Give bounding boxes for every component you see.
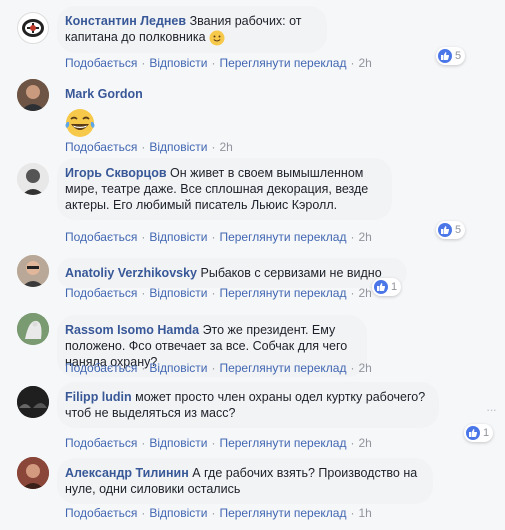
avatar[interactable] bbox=[17, 457, 49, 489]
like-link[interactable]: Подобається bbox=[65, 230, 137, 244]
separator: · bbox=[141, 286, 146, 300]
comment-bubble: Filipp ludin может просто член охраны од… bbox=[57, 382, 439, 428]
comment-author[interactable]: Игорь Скворцов bbox=[65, 166, 167, 180]
separator: · bbox=[141, 361, 146, 375]
avatar[interactable] bbox=[17, 386, 49, 418]
user-photo-icon bbox=[17, 79, 49, 111]
separator: · bbox=[350, 361, 355, 375]
separator: · bbox=[211, 230, 216, 244]
translate-link[interactable]: Переглянути переклад bbox=[219, 506, 346, 520]
separator: · bbox=[350, 230, 355, 244]
comment-actions: Подобається · Відповісти · Переглянути перек… bbox=[65, 436, 372, 450]
reaction-count[interactable]: 1 bbox=[464, 424, 494, 442]
user-photo-icon bbox=[17, 313, 49, 345]
avatar[interactable] bbox=[17, 255, 49, 287]
comment-author[interactable]: Константин Леднев bbox=[65, 14, 186, 28]
reply-link[interactable]: Відповісти bbox=[149, 56, 207, 70]
comment-bubble: Игорь Скворцов Он живет в своем вымышлен… bbox=[57, 158, 392, 220]
comment-author[interactable]: Anatoliy Verzhikovsky bbox=[65, 266, 197, 280]
separator: · bbox=[211, 436, 216, 450]
comment-author[interactable]: Александр Тилинин bbox=[65, 466, 189, 480]
comment-actions: Подобається · Відповісти · Переглянути перек… bbox=[65, 506, 372, 520]
translate-link[interactable]: Переглянути переклад bbox=[219, 436, 346, 450]
separator: · bbox=[141, 436, 146, 450]
like-link[interactable]: Подобається bbox=[65, 506, 137, 520]
comment-actions: Подобається · Відповісти · Переглянути перек… bbox=[65, 56, 372, 70]
translate-link[interactable]: Переглянути переклад bbox=[219, 230, 346, 244]
like-link[interactable]: Подобається bbox=[65, 361, 137, 375]
separator: · bbox=[211, 361, 216, 375]
like-icon bbox=[466, 426, 480, 440]
separator: · bbox=[141, 230, 146, 244]
comment-actions: Подобається · Відповісти · Переглянути перек… bbox=[65, 230, 372, 244]
reaction-number: 1 bbox=[483, 427, 490, 439]
user-photo-icon bbox=[17, 386, 49, 418]
like-icon bbox=[438, 223, 452, 237]
comment-time[interactable]: 2h bbox=[358, 436, 371, 450]
like-icon bbox=[438, 49, 452, 63]
separator: · bbox=[141, 140, 146, 154]
club-logo-icon bbox=[22, 19, 44, 37]
comment-bubble: Константин Леднев Звания рабочих: от кап… bbox=[57, 6, 327, 53]
reply-link[interactable]: Відповісти bbox=[149, 506, 207, 520]
user-photo-icon bbox=[17, 255, 49, 287]
separator: · bbox=[350, 506, 355, 520]
comment-time[interactable]: 2h bbox=[219, 140, 232, 154]
comment-time[interactable]: 2h bbox=[358, 286, 371, 300]
separator: · bbox=[141, 506, 146, 520]
comment-actions: Подобається · Відповісти · Переглянути перек… bbox=[65, 361, 372, 375]
separator: · bbox=[211, 506, 216, 520]
more-options-icon[interactable]: ··· bbox=[486, 402, 497, 417]
avatar[interactable] bbox=[17, 12, 49, 44]
reply-link[interactable]: Відповісти bbox=[149, 436, 207, 450]
reaction-count[interactable]: 1 bbox=[372, 278, 402, 296]
reaction-number: 5 bbox=[455, 50, 462, 62]
separator: · bbox=[350, 56, 355, 70]
avatar[interactable] bbox=[17, 163, 49, 195]
comment-bubble: Anatoliy Verzhikovsky Рыбаков с сервизам… bbox=[57, 258, 407, 288]
user-photo-icon bbox=[17, 163, 49, 195]
like-icon bbox=[374, 280, 388, 294]
translate-link[interactable]: Переглянути переклад bbox=[219, 286, 346, 300]
separator: · bbox=[211, 56, 216, 70]
reply-link[interactable]: Відповісти bbox=[149, 286, 207, 300]
separator: · bbox=[141, 56, 146, 70]
reply-link[interactable]: Відповісти bbox=[149, 361, 207, 375]
translate-link[interactable]: Переглянути переклад bbox=[219, 56, 346, 70]
reply-link[interactable]: Відповісти bbox=[149, 140, 207, 154]
comment-time[interactable]: 2h bbox=[358, 56, 371, 70]
reaction-count[interactable]: 5 bbox=[436, 47, 466, 65]
reaction-number: 5 bbox=[455, 224, 462, 236]
comment-bubble: Александр Тилинин А где рабочих взять? П… bbox=[57, 458, 433, 504]
separator: · bbox=[350, 436, 355, 450]
separator: · bbox=[211, 286, 216, 300]
slightly-smiling-face-icon bbox=[209, 30, 225, 46]
comment-author[interactable]: Rassom Isomo Hamda bbox=[65, 323, 199, 337]
translate-link[interactable]: Переглянути переклад bbox=[219, 361, 346, 375]
comment-time[interactable]: 2h bbox=[358, 361, 371, 375]
avatar[interactable] bbox=[17, 79, 49, 111]
reaction-number: 1 bbox=[391, 281, 398, 293]
avatar[interactable] bbox=[17, 313, 49, 345]
comment-author[interactable]: Filipp ludin bbox=[65, 390, 132, 404]
like-link[interactable]: Подобається bbox=[65, 140, 137, 154]
comment-author[interactable]: Mark Gordon bbox=[65, 87, 143, 101]
comment-time[interactable]: 1h bbox=[358, 506, 371, 520]
like-link[interactable]: Подобається bbox=[65, 436, 137, 450]
comment-text: Рыбаков с сервизами не видно bbox=[200, 266, 382, 280]
comment-time[interactable]: 2h bbox=[358, 230, 371, 244]
reply-link[interactable]: Відповісти bbox=[149, 230, 207, 244]
separator: · bbox=[350, 286, 355, 300]
comment-actions: Подобається · Відповісти · Переглянути перек… bbox=[65, 286, 372, 300]
like-link[interactable]: Подобається bbox=[65, 56, 137, 70]
user-photo-icon bbox=[17, 457, 49, 489]
like-link[interactable]: Подобається bbox=[65, 286, 137, 300]
reaction-count[interactable]: 5 bbox=[436, 221, 466, 239]
comment-actions: Подобається · Відповісти · 2h bbox=[65, 140, 233, 154]
laughing-tears-face-icon bbox=[65, 109, 95, 137]
separator: · bbox=[211, 140, 216, 154]
